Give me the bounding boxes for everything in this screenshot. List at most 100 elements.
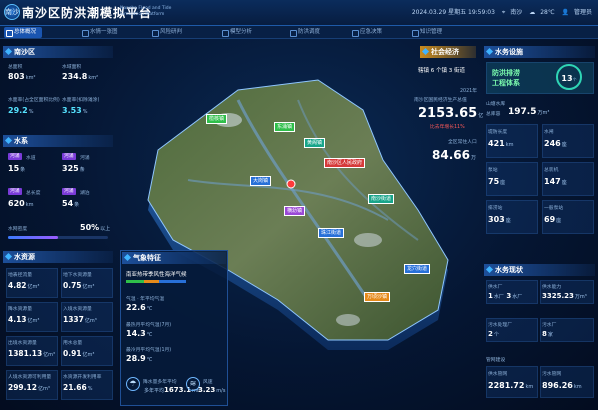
capacity-label: 供水能力 (542, 285, 562, 290)
tab-emergency[interactable]: 应急决策 (350, 27, 382, 38)
resource-value: 4.82亿m³ (8, 281, 40, 290)
datetime: 2024.03.29 星期五 19:59:03 (411, 9, 495, 16)
gdp-label: 南沙区国民经济生产总值 (414, 98, 467, 103)
badge-length: 河涌 (8, 188, 22, 195)
map-label-huangge[interactable]: 黄阁镇 (304, 138, 326, 148)
cold-month-value: 28.9℃ (126, 354, 153, 363)
lake-value: 54条 (62, 199, 80, 208)
map-label-government[interactable]: 南沙区人民政府 (324, 158, 366, 168)
resource-label: 水资源开发利用率 (63, 375, 102, 380)
total-area-value: 803km² (8, 72, 36, 81)
gdp-value: 2153.65亿 (418, 106, 484, 121)
length-value: 620km (8, 199, 34, 208)
resource-value: 0.91亿m³ (63, 349, 95, 358)
facility-value: 75座 (488, 177, 506, 186)
resource-label: 用水总量 (63, 341, 83, 346)
plant-label: 供水厂 (488, 285, 503, 290)
tab-overview[interactable]: 总体概况 (4, 27, 43, 38)
panel-title-weather: 气象特征 (122, 252, 226, 264)
reservoir-value: 197.5万m³ (508, 107, 550, 117)
flood-system-label: 防洪排涝 (492, 69, 520, 77)
resource-value: 4.13亿m³ (8, 315, 40, 324)
ratio2-value: 3.53% (62, 106, 88, 115)
facility-value: 421km (488, 139, 514, 148)
government-marker-icon[interactable] (286, 179, 296, 189)
total-area-label: 总面积 (8, 65, 23, 70)
sewage-label: 污水处理厂 (488, 323, 512, 328)
weather-icon: ☁ (529, 9, 536, 16)
panel-title-facilities: 水务设施 (484, 46, 595, 58)
channel-value: 15条 (8, 164, 26, 173)
resource-value: 21.66% (63, 383, 93, 392)
network-label: 管网建设 (486, 358, 506, 363)
facility-label: 泵站 (488, 168, 498, 173)
top-nav: 总体概况 水情一张图 风险研判 模型分析 防洪调度 应急决策 知识管理 (0, 26, 598, 39)
app-subtitle: Nansha Flood and Tide Simulation Platfor… (120, 6, 172, 17)
water-area-value: 234.8km² (62, 72, 99, 81)
reservoir-label: 山塘水库 (486, 102, 506, 107)
panel-title-resources: 水资源 (3, 251, 113, 263)
facility-value: 147座 (544, 177, 567, 186)
app-root: 南沙 南沙区防洪潮模拟平台 Nansha Flood and Tide Simu… (0, 0, 598, 410)
sewer-value: 896.26km (542, 381, 582, 390)
user-icon[interactable]: 👤 (562, 9, 569, 16)
tab-knowledge[interactable]: 知识管理 (410, 27, 442, 38)
map-label-dagang[interactable]: 大岗镇 (250, 176, 272, 186)
water-area-label: 水域面积 (62, 65, 82, 70)
resource-value: 1337亿m³ (63, 315, 97, 324)
avg-temp-value: 22.6℃ (126, 303, 153, 312)
facility-label: 堤防长度 (488, 130, 508, 135)
app-logo: 南沙 (4, 4, 20, 20)
badge-channel: 河涌 (8, 153, 22, 160)
pop-label: 全区常住人口 (448, 140, 477, 145)
map-label-zhujiang[interactable]: 珠江街道 (318, 228, 345, 238)
panel-title-nansha: 南沙区 (3, 46, 113, 58)
wind-value: 3.23m/s (198, 386, 226, 394)
pop-value: 84.66万 (432, 148, 476, 162)
resource-value: 299.12亿m³ (8, 383, 50, 392)
hot-month-value: 14.3℃ (126, 329, 153, 338)
map-label-nansha-street[interactable]: 南沙街道 (368, 194, 395, 204)
plant-value: 1水厂 3水厂 (488, 292, 523, 300)
user-name[interactable]: 管理员 (574, 9, 592, 16)
resource-value: 1381.13亿m³ (8, 349, 56, 358)
tab-dispatch[interactable]: 防洪调度 (288, 27, 320, 38)
badge-lake: 河涌 (62, 188, 76, 195)
weather-subtitle: 南亚热带季风性海洋气候 (126, 272, 187, 278)
capacity-value: 3325.23万m³ (542, 292, 587, 300)
river-value: 325条 (62, 164, 85, 173)
supply-label: 供水管网 (488, 372, 508, 377)
tab-model[interactable]: 模型分析 (220, 27, 252, 38)
map-label-hengli[interactable]: 横沥镇 (284, 206, 306, 216)
density-progress-track (8, 236, 108, 239)
length-label: 总长度 (26, 191, 41, 196)
map-label-longxue[interactable]: 龙穴街道 (404, 264, 431, 274)
map-label-lanhe[interactable]: 榄核镇 (206, 114, 228, 124)
density-label: 水网密度 (8, 227, 28, 232)
resource-label: 入境水资源量 (63, 307, 92, 312)
facility-value: 69座 (544, 215, 562, 224)
panel-title-water-system: 水系 (3, 135, 113, 147)
rain-icon: ☂ (126, 377, 140, 391)
sewage-value: 2个 (488, 330, 499, 338)
weather-location: 南沙 (510, 9, 523, 16)
map-label-dongchong[interactable]: 东涌镇 (274, 122, 296, 132)
facility-label: 水闸 (544, 130, 554, 135)
density-progress-fill (8, 236, 58, 239)
panel-title-status: 水务现状 (484, 264, 595, 276)
resource-label: 降水资源量 (8, 307, 32, 312)
header-status: 2024.03.29 星期五 19:59:03 ⌖ 南沙 ☁ 28℃ 👤 管理员 (407, 7, 592, 17)
tab-water-map[interactable]: 水情一张图 (80, 27, 118, 38)
facility-label: 一般泵站 (544, 206, 564, 211)
rain-label: 降水量多年平均 (143, 380, 177, 385)
ratio1-label: 水面率(占全区面积比例) (8, 98, 60, 103)
tab-risk[interactable]: 风险研判 (150, 27, 182, 38)
ratio2-label: 水面率(扣除滩涂) (62, 98, 100, 103)
avg-temp-label: 气温 · 年平均气温 (126, 297, 165, 302)
river-label: 河涌 (80, 156, 90, 161)
location-icon: ⌖ (501, 9, 506, 16)
app-header: 南沙 南沙区防洪潮模拟平台 Nansha Flood and Tide Simu… (0, 0, 598, 26)
facility-value: 246座 (544, 139, 567, 148)
map-label-wanqingsha[interactable]: 万顷沙镇 (364, 292, 391, 302)
gdp-growth: 比去年增长11% (430, 125, 465, 130)
